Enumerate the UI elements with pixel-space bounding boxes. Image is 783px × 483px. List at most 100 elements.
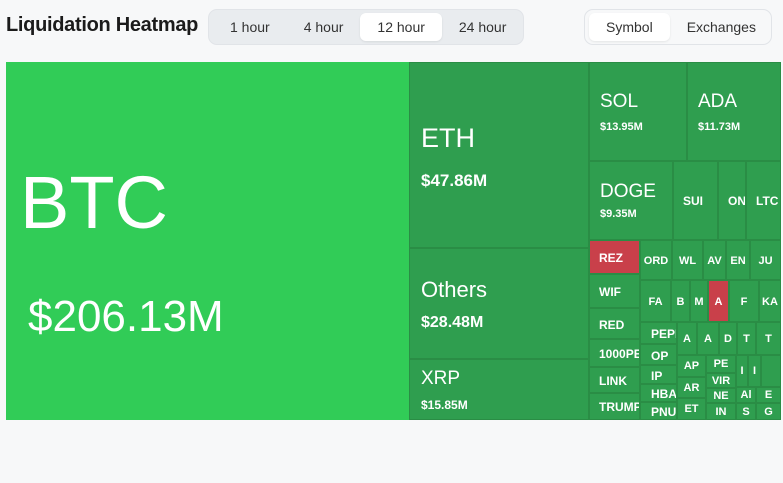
- tile-s-symbol: S: [742, 406, 750, 418]
- tile-ar-symbol: AR: [683, 382, 700, 394]
- tile-vir[interactable]: VIR: [706, 373, 736, 388]
- tile-g-symbol: G: [764, 406, 773, 418]
- tile-sol[interactable]: SOL $13.95M: [589, 62, 687, 161]
- tile-on-symbol: ON: [728, 194, 746, 208]
- tile-blank-1[interactable]: [761, 355, 781, 387]
- tile-ada[interactable]: ADA $11.73M: [687, 62, 781, 161]
- tile-d-symbol: D: [724, 333, 732, 345]
- tile-doge[interactable]: DOGE $9.35M: [589, 161, 673, 240]
- tile-trump-symbol: TRUMP: [599, 400, 640, 414]
- tile-ord-symbol: ORD: [643, 255, 669, 267]
- tile-f[interactable]: F: [729, 280, 759, 322]
- view-option-exchanges[interactable]: Exchanges: [670, 13, 773, 41]
- time-option-1h[interactable]: 1 hour: [213, 13, 287, 41]
- tile-t2-symbol: T: [765, 333, 772, 345]
- tile-pnut-symbol: PNUT: [651, 405, 677, 419]
- tile-ap[interactable]: AP: [677, 355, 706, 377]
- tile-pepe-symbol: PEPE: [651, 327, 676, 341]
- time-option-12h[interactable]: 12 hour: [360, 13, 442, 41]
- tile-link[interactable]: LINK: [589, 367, 640, 393]
- tile-wl-symbol: WL: [678, 255, 697, 267]
- tile-pe[interactable]: PE: [706, 355, 736, 373]
- view-option-symbol[interactable]: Symbol: [589, 13, 670, 41]
- tile-trump[interactable]: TRUMP: [589, 393, 640, 420]
- tile-ne[interactable]: NE: [706, 388, 736, 403]
- tile-xrp[interactable]: XRP $15.85M: [409, 359, 589, 420]
- tile-1000pepe-symbol: 1000PEPE: [599, 347, 639, 361]
- tile-sui[interactable]: SUI: [673, 161, 718, 240]
- tile-btc-value: $206.13M: [28, 292, 224, 341]
- tile-pnut[interactable]: PNUT: [640, 402, 677, 420]
- tile-f-symbol: F: [740, 296, 748, 308]
- tile-av[interactable]: AV: [703, 240, 726, 280]
- tile-a2[interactable]: A: [697, 322, 719, 355]
- tile-ltc-symbol: LTC: [756, 194, 779, 208]
- tile-rez[interactable]: REZ: [589, 240, 640, 274]
- tile-e1[interactable]: E: [756, 387, 781, 403]
- tile-rez-symbol: REZ: [599, 251, 623, 265]
- tile-i2-symbol: I: [752, 365, 757, 377]
- tile-sol-symbol: SOL: [600, 91, 639, 112]
- liquidation-treemap: BTC $206.13M ETH $47.86M Others $28.48M …: [6, 62, 781, 420]
- tile-m-symbol: M: [694, 296, 704, 308]
- view-selector: Symbol Exchanges: [584, 9, 772, 45]
- tile-eth[interactable]: ETH $47.86M: [409, 62, 589, 248]
- tile-b-symbol: B: [676, 296, 685, 308]
- tile-1000pepe[interactable]: 1000PEPE: [589, 339, 640, 367]
- tile-ne-symbol: NE: [713, 390, 729, 402]
- tile-sol-value: $13.95M: [600, 121, 643, 133]
- tile-wif[interactable]: WIF: [589, 274, 640, 308]
- tile-i2[interactable]: I: [748, 355, 761, 387]
- tile-ltc[interactable]: LTC: [746, 161, 781, 240]
- tile-doge-value: $9.35M: [600, 208, 637, 220]
- tile-a1-symbol: A: [683, 333, 691, 345]
- tile-hbar[interactable]: HBAR: [640, 384, 677, 402]
- tile-others-value: $28.48M: [421, 314, 484, 331]
- tile-ip[interactable]: IP: [640, 365, 677, 384]
- tile-op[interactable]: OP: [640, 344, 677, 365]
- tile-a1[interactable]: A: [677, 322, 697, 355]
- tile-et-symbol: ET: [684, 403, 699, 415]
- tile-xrp-symbol: XRP: [421, 368, 461, 389]
- tile-ka[interactable]: KA: [759, 280, 781, 322]
- tile-ada-value: $11.73M: [698, 121, 741, 133]
- tile-d[interactable]: D: [719, 322, 737, 355]
- tile-link-symbol: LINK: [599, 374, 627, 388]
- tile-al-symbol: Al: [740, 389, 752, 401]
- tile-b[interactable]: B: [671, 280, 690, 322]
- tile-m[interactable]: M: [690, 280, 708, 322]
- tile-doge-symbol: DOGE: [600, 181, 656, 202]
- tile-ju-symbol: JU: [758, 255, 773, 267]
- tile-s[interactable]: S: [736, 403, 756, 420]
- tile-en[interactable]: EN: [726, 240, 750, 280]
- tile-et[interactable]: ET: [677, 398, 706, 420]
- time-option-4h[interactable]: 4 hour: [287, 13, 361, 41]
- tile-en-symbol: EN: [730, 255, 746, 267]
- tile-op-symbol: OP: [651, 349, 669, 363]
- tile-ka-symbol: KA: [762, 296, 778, 308]
- tile-others[interactable]: Others $28.48M: [409, 248, 589, 359]
- tile-ord[interactable]: ORD: [640, 240, 672, 280]
- tile-on[interactable]: ON: [718, 161, 746, 240]
- tile-fa[interactable]: FA: [640, 280, 671, 322]
- time-option-24h[interactable]: 24 hour: [442, 13, 523, 41]
- tile-t1[interactable]: T: [737, 322, 756, 355]
- tile-in[interactable]: IN: [706, 403, 736, 420]
- tile-ar[interactable]: AR: [677, 377, 706, 398]
- tile-ap-symbol: AP: [683, 360, 700, 372]
- tile-xrp-value: $15.85M: [421, 398, 468, 412]
- tile-g[interactable]: G: [756, 403, 781, 420]
- tile-fa-symbol: FA: [648, 296, 663, 308]
- tile-a-red[interactable]: A: [708, 280, 729, 322]
- tile-a2-symbol: A: [704, 333, 712, 345]
- tile-al[interactable]: Al: [736, 387, 756, 403]
- tile-t2[interactable]: T: [756, 322, 781, 355]
- tile-i1[interactable]: I: [736, 355, 748, 387]
- tile-a-red-symbol: A: [714, 296, 723, 308]
- tile-ju[interactable]: JU: [750, 240, 781, 280]
- tile-pepe[interactable]: PEPE: [640, 322, 677, 344]
- tile-btc[interactable]: BTC $206.13M: [6, 62, 409, 420]
- tile-wl[interactable]: WL: [672, 240, 703, 280]
- tile-red[interactable]: RED: [589, 308, 640, 339]
- tile-red-symbol: RED: [599, 318, 625, 332]
